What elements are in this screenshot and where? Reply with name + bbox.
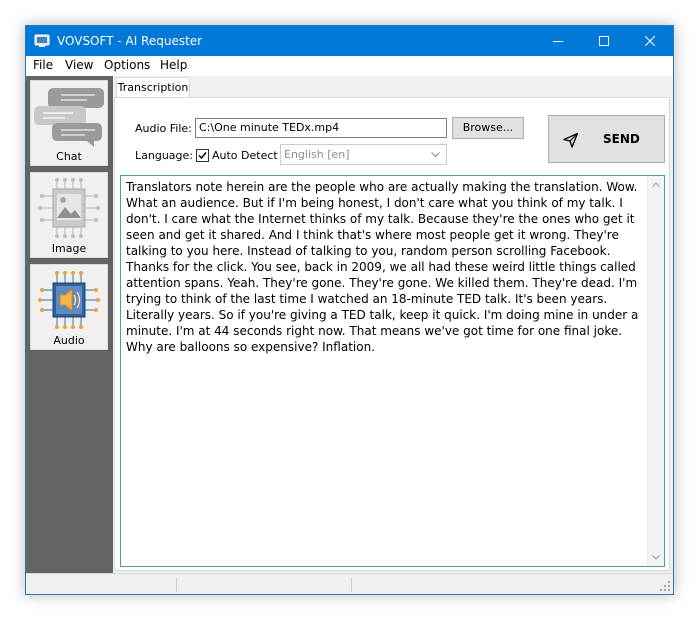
status-separator xyxy=(351,577,352,592)
scroll-down-icon[interactable] xyxy=(652,555,660,560)
sidebar-label-audio: Audio xyxy=(53,334,85,347)
language-label: Language: xyxy=(135,149,193,162)
sidebar: Chat Image Audio xyxy=(26,76,113,573)
language-select-value: English [en] xyxy=(284,148,350,161)
sidebar-label-image: Image xyxy=(51,242,87,255)
menu-file[interactable]: File xyxy=(33,58,53,72)
audio-file-label: Audio File: xyxy=(135,122,192,135)
close-icon xyxy=(645,36,655,46)
sidebar-label-chat: Chat xyxy=(56,150,82,163)
auto-detect-label[interactable]: Auto Detect xyxy=(212,149,278,162)
transcription-textarea[interactable]: Translators note herein are the people w… xyxy=(120,175,665,567)
minimize-icon xyxy=(553,41,563,42)
status-separator xyxy=(176,577,177,592)
transcription-text: Translators note herein are the people w… xyxy=(126,180,639,354)
send-button[interactable]: SEND xyxy=(548,115,665,163)
auto-detect-checkbox[interactable] xyxy=(196,149,209,162)
app-window: VOVSOFT - AI Requester File View Options… xyxy=(25,25,674,595)
app-icon xyxy=(34,33,50,49)
menu-view[interactable]: View xyxy=(65,58,93,72)
title-bar[interactable]: VOVSOFT - AI Requester xyxy=(26,26,673,56)
sidebar-item-audio[interactable]: Audio xyxy=(30,264,108,350)
tab-transcription[interactable]: Transcription xyxy=(116,77,190,99)
browse-button[interactable]: Browse... xyxy=(452,117,524,139)
menu-bar: File View Options Help xyxy=(26,56,673,76)
sidebar-item-chat[interactable]: Chat xyxy=(30,80,108,166)
send-label: SEND xyxy=(603,132,640,146)
maximize-icon xyxy=(599,36,609,46)
speaker-icon xyxy=(38,271,100,329)
send-icon xyxy=(563,132,579,148)
image-circuit-icon xyxy=(38,178,100,238)
audio-file-field[interactable]: C:\One minute TEDx.mp4 xyxy=(195,118,447,138)
language-select[interactable]: English [en] xyxy=(280,144,447,165)
maximize-button[interactable] xyxy=(581,26,627,56)
vertical-scrollbar[interactable] xyxy=(647,176,664,566)
menu-options[interactable]: Options xyxy=(104,58,150,72)
chat-bubbles-icon xyxy=(34,88,104,147)
minimize-button[interactable] xyxy=(535,26,581,56)
scroll-up-icon[interactable] xyxy=(652,182,660,187)
resize-grip-icon[interactable] xyxy=(659,580,671,592)
chevron-down-icon xyxy=(431,152,440,158)
main-area: Transcription Audio File: C:\One minute … xyxy=(113,76,673,573)
checkmark-icon xyxy=(198,152,207,160)
sidebar-item-image[interactable]: Image xyxy=(30,172,108,258)
status-bar xyxy=(26,573,673,594)
transcription-panel: Audio File: C:\One minute TEDx.mp4 Brows… xyxy=(114,97,670,571)
close-button[interactable] xyxy=(627,26,673,56)
menu-help[interactable]: Help xyxy=(160,58,187,72)
window-title: VOVSOFT - AI Requester xyxy=(57,34,203,48)
